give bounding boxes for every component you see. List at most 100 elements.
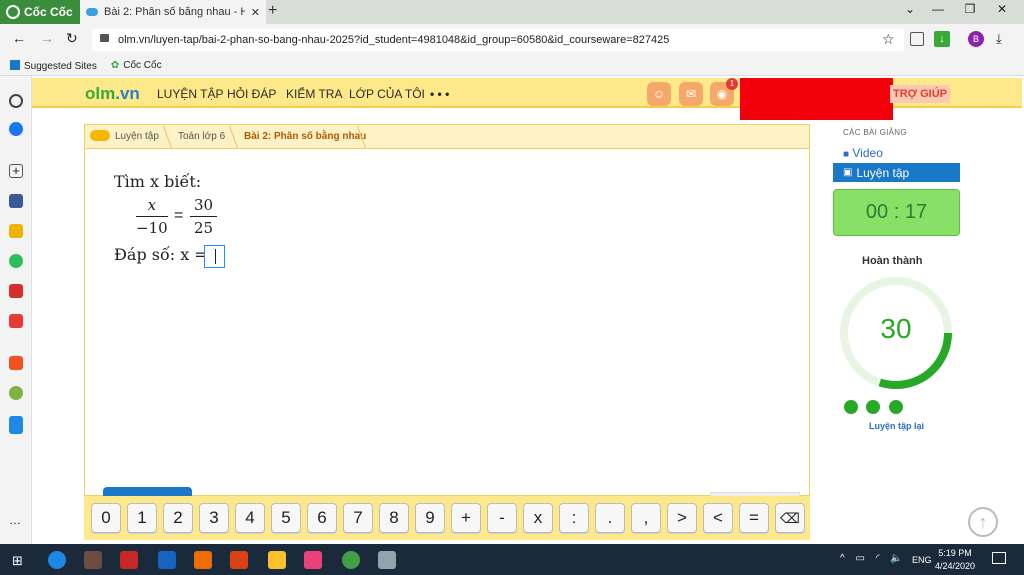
download-icon[interactable]: ⤓: [996, 31, 1002, 47]
practice-label: Luyện tập: [856, 165, 910, 180]
language-indicator[interactable]: ENG: [912, 555, 932, 565]
bookmark-coccoc[interactable]: ✿ Cốc Cốc: [111, 60, 162, 71]
bookmark-suggested-sites[interactable]: Suggested Sites: [10, 59, 97, 72]
file-explorer-icon[interactable]: [268, 551, 286, 569]
lock-icon[interactable]: [100, 34, 109, 42]
fraction-left: x −10: [136, 196, 168, 237]
coccoc-menu-button[interactable]: Cốc Cốc: [0, 0, 80, 24]
keypad-key[interactable]: 9: [415, 503, 445, 533]
browser-tab[interactable]: Bài 2: Phân số bằng nhau - H ✕: [80, 0, 266, 24]
extension-icon[interactable]: [910, 32, 924, 46]
forward-icon[interactable]: →: [40, 30, 54, 46]
taskbar-clock[interactable]: 5:19 PM 4/24/2020: [930, 547, 980, 573]
retry-link[interactable]: Luyện tập lại: [869, 421, 924, 431]
tab-close-icon[interactable]: ✕: [251, 6, 260, 19]
scroll-to-top-icon[interactable]: ↑: [968, 507, 998, 537]
shop-icon[interactable]: [9, 356, 23, 370]
back-icon[interactable]: ←: [12, 30, 26, 46]
minimize-button[interactable]: —: [924, 2, 952, 16]
keypad-key[interactable]: .: [595, 503, 625, 533]
keypad-key[interactable]: 8: [379, 503, 409, 533]
windows-start-icon[interactable]: ⊞: [12, 553, 23, 569]
add-icon[interactable]: +: [9, 164, 23, 178]
youtube-icon[interactable]: [9, 314, 23, 328]
add-friend-icon[interactable]: ☺: [647, 82, 671, 106]
app-icon[interactable]: [378, 551, 396, 569]
clock-time: 5:19 PM: [938, 548, 972, 558]
nav-hoi-dap[interactable]: HỎI ĐÁP: [227, 87, 276, 101]
app-icon[interactable]: [230, 551, 248, 569]
bookmark-star-icon[interactable]: ☆: [882, 31, 895, 48]
keypad-key[interactable]: >: [667, 503, 697, 533]
nav-luyen-tap[interactable]: LUYỆN TẬP: [157, 87, 223, 101]
keypad-key[interactable]: :: [559, 503, 589, 533]
olm-logo[interactable]: olm.vn: [85, 84, 140, 104]
keypad-key[interactable]: x: [523, 503, 553, 533]
app-icon[interactable]: [194, 551, 212, 569]
keypad-key[interactable]: +: [451, 503, 481, 533]
keypad-key[interactable]: 1: [127, 503, 157, 533]
chat-icon[interactable]: [9, 254, 23, 268]
browser-sidebar: + …: [0, 76, 32, 544]
more-icon[interactable]: …: [9, 514, 23, 530]
play-box-icon: ▣: [843, 167, 853, 178]
notification-center-icon[interactable]: [992, 552, 1006, 564]
fraction-right-denominator: 25: [194, 219, 214, 237]
reload-icon[interactable]: ↻: [66, 30, 78, 47]
word-icon[interactable]: [158, 551, 176, 569]
nav-kiem-tra[interactable]: KIỂM TRA: [286, 87, 342, 101]
sale-icon[interactable]: [9, 416, 23, 434]
keypad-key[interactable]: -: [487, 503, 517, 533]
system-tray-icons[interactable]: ^ ▭ ◜ 🔈: [840, 553, 907, 564]
coccoc-taskbar-icon[interactable]: [342, 551, 360, 569]
history-icon[interactable]: [9, 94, 23, 108]
download-green-icon[interactable]: ↓: [934, 31, 950, 47]
backspace-key[interactable]: ⌫: [775, 503, 805, 533]
keypad-key[interactable]: <: [703, 503, 733, 533]
keypad-key[interactable]: 4: [235, 503, 265, 533]
keypad-key[interactable]: 5: [271, 503, 301, 533]
nav-more[interactable]: • • •: [430, 87, 449, 101]
coccoc-game-icon[interactable]: [9, 386, 23, 400]
tab-menu-icon[interactable]: ⌄: [896, 2, 924, 16]
app-icon[interactable]: [120, 551, 138, 569]
messages-icon[interactable]: ✉: [679, 82, 703, 106]
lesson-practice-link[interactable]: ▣ Luyện tập: [833, 163, 960, 182]
messenger-icon[interactable]: [9, 122, 23, 136]
app-icon[interactable]: [84, 551, 102, 569]
edge-icon[interactable]: [48, 551, 66, 569]
close-window-button[interactable]: ✕: [988, 2, 1016, 16]
profile-avatar[interactable]: B: [968, 31, 984, 47]
keypad-key[interactable]: ,: [631, 503, 661, 533]
keypad-key[interactable]: 7: [343, 503, 373, 533]
coccoc-logo-icon: [6, 5, 20, 19]
question-prompt: Tìm x biết:: [114, 172, 202, 191]
nav-lop-cua-toi[interactable]: LỚP CỦA TÔI: [349, 87, 425, 101]
equals-sign: =: [174, 207, 184, 224]
calendar-icon[interactable]: [9, 284, 23, 298]
keypad-key[interactable]: =: [739, 503, 769, 533]
bookmark-label: Suggested Sites: [24, 60, 97, 72]
notification-badge: 1: [726, 78, 738, 90]
keypad-key[interactable]: 6: [307, 503, 337, 533]
lesson-video-link[interactable]: ■ Video: [843, 146, 883, 160]
bookmark-label: Cốc Cốc: [123, 60, 162, 71]
h-app-icon[interactable]: [9, 224, 23, 238]
facebook-icon[interactable]: [9, 194, 23, 208]
progress-dot: [889, 400, 903, 414]
logo-vn: .vn: [115, 84, 140, 103]
completed-label: Hoàn thành: [862, 255, 923, 267]
keypad-key[interactable]: 0: [91, 503, 121, 533]
fraction-right: 30 25: [190, 196, 218, 237]
olm-favicon-icon: [86, 8, 98, 16]
fraction-left-numerator: x: [136, 196, 168, 217]
maximize-button[interactable]: ❐: [956, 2, 984, 16]
app-icon[interactable]: [304, 551, 322, 569]
lessons-section-title: CÁC BÀI GIẢNG: [843, 128, 907, 137]
keypad-key[interactable]: 3: [199, 503, 229, 533]
brand-label: Cốc Cốc: [24, 5, 73, 19]
new-tab-button[interactable]: +: [268, 2, 277, 20]
url-input[interactable]: olm.vn/luyen-tap/bai-2-phan-so-bang-nhau…: [92, 29, 904, 51]
keypad-key[interactable]: 2: [163, 503, 193, 533]
help-button[interactable]: TRỢ GIÚP: [890, 85, 950, 103]
